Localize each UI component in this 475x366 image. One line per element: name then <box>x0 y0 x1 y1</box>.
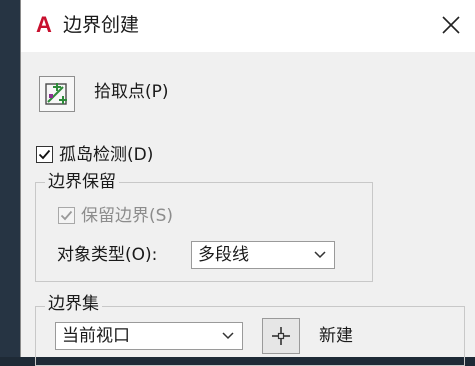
close-button[interactable] <box>440 14 462 36</box>
pick-points-label: 拾取点(P) <box>94 82 169 102</box>
retain-boundaries-label: 保留边界(S) <box>81 206 174 226</box>
title-bar: A 边界创建 <box>21 0 475 52</box>
island-detection-label: 孤岛检测(D) <box>59 145 154 165</box>
checkmark-icon <box>38 149 51 160</box>
boundary-creation-dialog: A 边界创建 拾取点(P) 孤岛检测(D) 边界保留 保留边界(S) 对象类型(… <box>20 0 475 366</box>
object-type-value: 多段线 <box>198 245 249 265</box>
boundary-set-title: 边界集 <box>45 293 102 315</box>
chevron-down-icon <box>222 332 234 340</box>
new-boundary-set-button[interactable] <box>262 318 300 354</box>
object-type-dropdown[interactable]: 多段线 <box>191 241 335 269</box>
background-drawing-area <box>0 0 20 357</box>
island-detection-checkbox[interactable] <box>36 146 53 163</box>
autocad-logo-icon: A <box>36 12 52 37</box>
boundary-set-value: 当前视口 <box>62 326 130 346</box>
close-icon <box>442 16 460 34</box>
crosshair-select-icon <box>272 327 290 345</box>
boundary-retention-title: 边界保留 <box>45 171 119 193</box>
dialog-title: 边界创建 <box>63 14 140 36</box>
retain-boundaries-checkbox[interactable] <box>58 207 75 224</box>
checkmark-icon <box>60 210 73 221</box>
chevron-down-icon <box>314 251 326 259</box>
pick-points-button[interactable] <box>39 76 75 112</box>
boundary-set-dropdown[interactable]: 当前视口 <box>55 322 243 350</box>
object-type-label: 对象类型(O): <box>57 245 158 265</box>
pick-points-icon <box>45 83 67 105</box>
new-boundary-set-label: 新建 <box>319 326 353 346</box>
